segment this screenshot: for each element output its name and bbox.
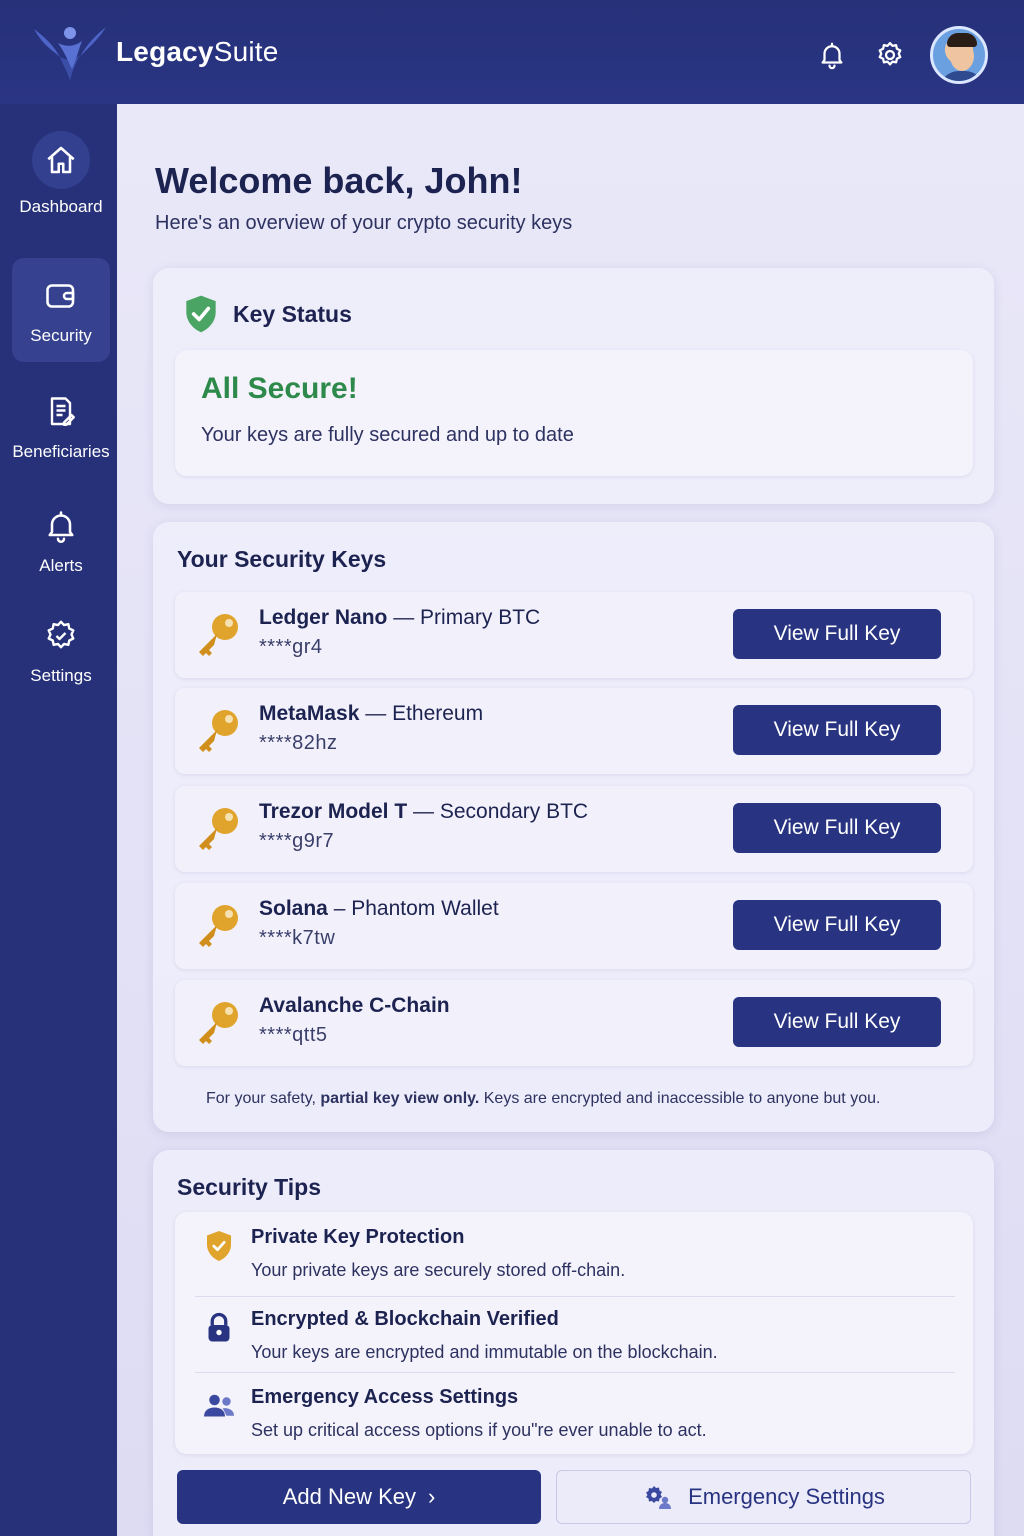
shield-icon (207, 1231, 231, 1261)
sidebar-item-beneficiaries[interactable]: Beneficiaries (12, 374, 110, 478)
sidebar-item-dashboard[interactable]: Dashboard (12, 122, 110, 226)
sidebar-item-label: Alerts (39, 556, 83, 575)
key-name: Ledger Nano (259, 606, 388, 629)
emergency-settings-label: Emergency Settings (688, 1484, 885, 1509)
status-panel: All Secure! Your keys are fully secured … (175, 350, 973, 476)
bell-icon (39, 504, 83, 548)
notifications-button[interactable] (814, 37, 850, 73)
key-icon (199, 710, 238, 752)
key-row: Ledger Nano — Primary BTC ****gr4 View F… (175, 592, 973, 678)
key-description: Secondary BTC (439, 800, 589, 823)
emergency-settings-button[interactable]: Emergency Settings (556, 1470, 971, 1524)
key-name: Trezor Model T (259, 800, 408, 823)
key-masked-value: ****k7tw (259, 927, 336, 949)
page-subtitle: Here's an overview of your crypto securi… (155, 212, 573, 234)
view-full-key-button[interactable]: View Full Key (733, 900, 941, 950)
user-avatar[interactable] (930, 26, 988, 84)
brand-name: LegacySuite (116, 36, 279, 67)
keys-safety-note: For your safety, partial key view only. … (206, 1090, 881, 1107)
keys-heading: Your Security Keys (177, 546, 387, 572)
emergency-gear-icon (646, 1486, 672, 1509)
key-name: Solana (259, 897, 328, 920)
tip-title: Encrypted & Blockchain Verified (251, 1308, 559, 1330)
key-description: Ethereum (392, 702, 484, 725)
brand-logo[interactable]: LegacySuite (30, 21, 279, 83)
key-masked-value: ****gr4 (259, 636, 323, 658)
tip-item: Emergency Access Settings Set up critica… (175, 1372, 973, 1452)
sidebar-item-label: Settings (30, 666, 92, 685)
key-masked-value: ****g9r7 (259, 830, 335, 852)
gear-icon (39, 614, 83, 658)
settings-button[interactable] (872, 37, 908, 73)
gear-icon (878, 42, 902, 66)
bell-icon (821, 42, 843, 70)
tip-item: Encrypted & Blockchain Verified Your key… (175, 1294, 973, 1374)
key-masked-value: ****qtt5 (259, 1024, 328, 1046)
security-keys-card: Your Security Keys Ledger Nano — Primary… (153, 522, 994, 1132)
key-masked-value: ****82hz (259, 732, 338, 754)
status-title: All Secure! (201, 372, 358, 405)
shield-check-icon (186, 295, 216, 333)
key-row: MetaMask — Ethereum ****82hz View Full K… (175, 688, 973, 774)
key-icon (199, 905, 238, 947)
top-bar: LegacySuite (0, 0, 1024, 104)
chevron-right-icon: › (427, 1484, 436, 1509)
key-description: Phantom Wallet (351, 897, 499, 920)
key-icon (199, 808, 238, 850)
home-icon (32, 131, 90, 189)
tip-text: Set up critical access options if you"re… (251, 1420, 707, 1440)
key-status-heading: Key Status (233, 300, 352, 327)
sidebar-item-label: Beneficiaries (12, 442, 110, 461)
key-row: Solana – Phantom Wallet ****k7tw View Fu… (175, 883, 973, 969)
wallet-icon (39, 274, 83, 318)
key-row: Trezor Model T — Secondary BTC ****g9r7 … (175, 786, 973, 872)
main-content: Welcome back, John! Here's an overview o… (117, 104, 1024, 1536)
view-full-key-button[interactable]: View Full Key (733, 997, 941, 1047)
users-icon (204, 1394, 234, 1417)
add-new-key-label: Add New Key (282, 1484, 416, 1509)
key-name: Avalanche C-Chain (259, 994, 450, 1017)
sidebar-item-alerts[interactable]: Alerts (12, 488, 110, 592)
tip-title: Private Key Protection (251, 1226, 465, 1248)
key-icon (199, 614, 238, 656)
sidebar-item-security[interactable]: Security (12, 258, 110, 362)
view-full-key-button[interactable]: View Full Key (733, 609, 941, 659)
tip-text: Your private keys are securely stored of… (251, 1260, 626, 1280)
view-full-key-button[interactable]: View Full Key (733, 803, 941, 853)
sidebar-item-label: Security (30, 326, 92, 345)
sidebar-item-label: Dashboard (19, 197, 103, 216)
key-status-card: Key Status All Secure! Your keys are ful… (153, 268, 994, 504)
add-new-key-button[interactable]: Add New Key › (177, 1470, 541, 1524)
view-full-key-button[interactable]: View Full Key (733, 705, 941, 755)
lock-icon (208, 1312, 230, 1342)
logo-icon (34, 27, 106, 81)
tips-list: Private Key Protection Your private keys… (175, 1212, 973, 1454)
key-description: Primary BTC (420, 606, 541, 629)
page-title: Welcome back, John! (155, 160, 523, 201)
tip-title: Emergency Access Settings (251, 1386, 519, 1408)
sidebar: Dashboard Security Beneficiaries Alerts … (0, 104, 117, 1536)
tip-item: Private Key Protection Your private keys… (175, 1212, 973, 1292)
key-row: Avalanche C-Chain ****qtt5 View Full Key (175, 980, 973, 1066)
status-text: Your keys are fully secured and up to da… (201, 424, 574, 446)
key-icon (199, 1002, 238, 1044)
tips-heading: Security Tips (177, 1174, 322, 1200)
document-icon (39, 390, 83, 434)
key-name: MetaMask (259, 702, 360, 725)
sidebar-item-settings[interactable]: Settings (12, 598, 110, 702)
tip-text: Your keys are encrypted and immutable on… (251, 1342, 718, 1362)
